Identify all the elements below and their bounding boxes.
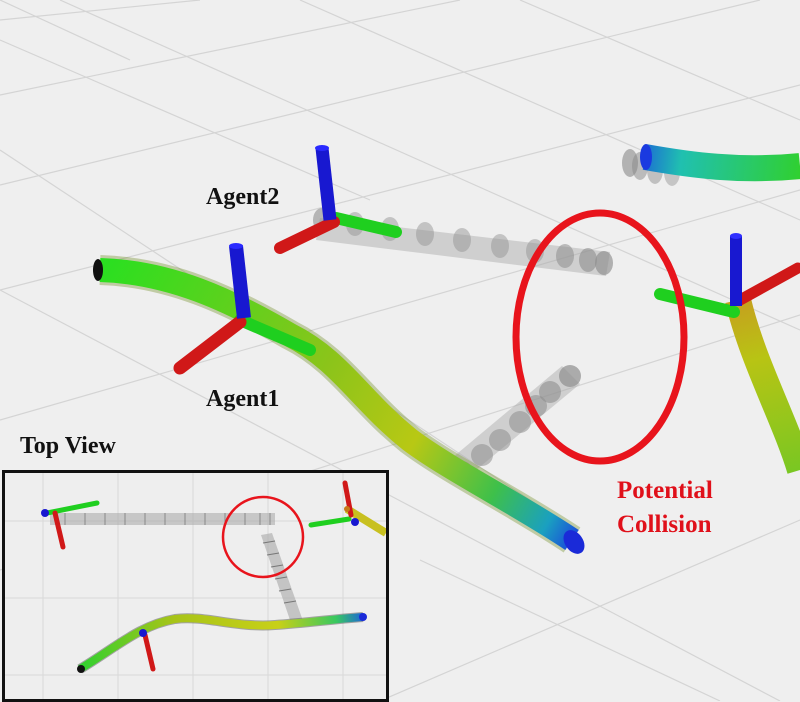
top-view-agent2-path [50,513,275,525]
top-view-scene [5,473,386,699]
agent2-label: Agent2 [206,184,280,210]
collision-label-line2: Collision [617,511,712,538]
top-view-grid [5,473,386,699]
top-view-right-agent [308,480,386,537]
trajectory-top-right [622,144,800,186]
collision-label-line1: Potential [617,477,713,504]
top-view-agent1-trajectory [77,612,367,674]
top-view-agent1-axes [139,629,156,672]
top-view-label: Top View [20,433,116,459]
collision-label: Potential Collision [617,474,713,542]
agent1-label: Agent1 [206,386,280,412]
collision-ellipse [512,209,688,465]
top-view-inset [2,470,389,702]
